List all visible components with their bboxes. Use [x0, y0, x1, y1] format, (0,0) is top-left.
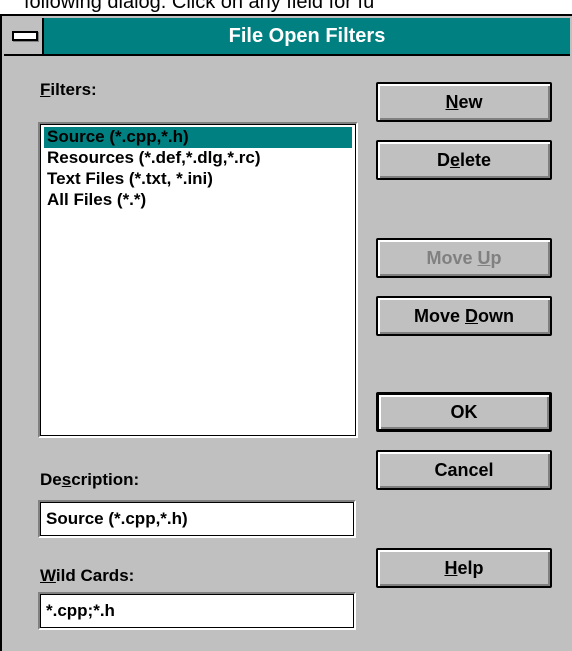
delete-button[interactable]: Delete — [376, 140, 552, 180]
filters-listbox[interactable]: Source (*.cpp,*.h) Resources (*.def,*.dl… — [38, 122, 358, 438]
file-open-filters-dialog: File Open Filters Filters: Source (*.cpp… — [0, 14, 572, 651]
wildcards-label: Wild Cards: — [40, 566, 135, 585]
filters-label: Filters: — [40, 80, 97, 99]
dialog-title: File Open Filters — [228, 25, 386, 47]
filter-item-resources[interactable]: Resources (*.def,*.dlg,*.rc) — [44, 148, 352, 169]
description-label: Description: — [40, 470, 140, 489]
filter-item-all-files[interactable]: All Files (*.*) — [44, 190, 352, 211]
cancel-button[interactable]: Cancel — [376, 450, 552, 490]
help-button[interactable]: Help — [376, 548, 552, 588]
wildcards-input[interactable]: *.cpp;*.h — [38, 592, 356, 630]
move-up-button[interactable]: Move Up — [376, 238, 552, 278]
description-input[interactable]: Source (*.cpp,*.h) — [38, 500, 356, 538]
ok-button[interactable]: OK — [376, 392, 552, 432]
filter-item-text-files[interactable]: Text Files (*.txt, *.ini) — [44, 169, 352, 190]
new-button[interactable]: New — [376, 82, 552, 122]
title-bar: File Open Filters — [4, 18, 570, 56]
system-menu-icon[interactable] — [4, 18, 44, 54]
move-down-button[interactable]: Move Down — [376, 296, 552, 336]
filter-item-source[interactable]: Source (*.cpp,*.h) — [44, 127, 352, 148]
background-caption: following dialog. Click on any field for… — [24, 0, 375, 13]
